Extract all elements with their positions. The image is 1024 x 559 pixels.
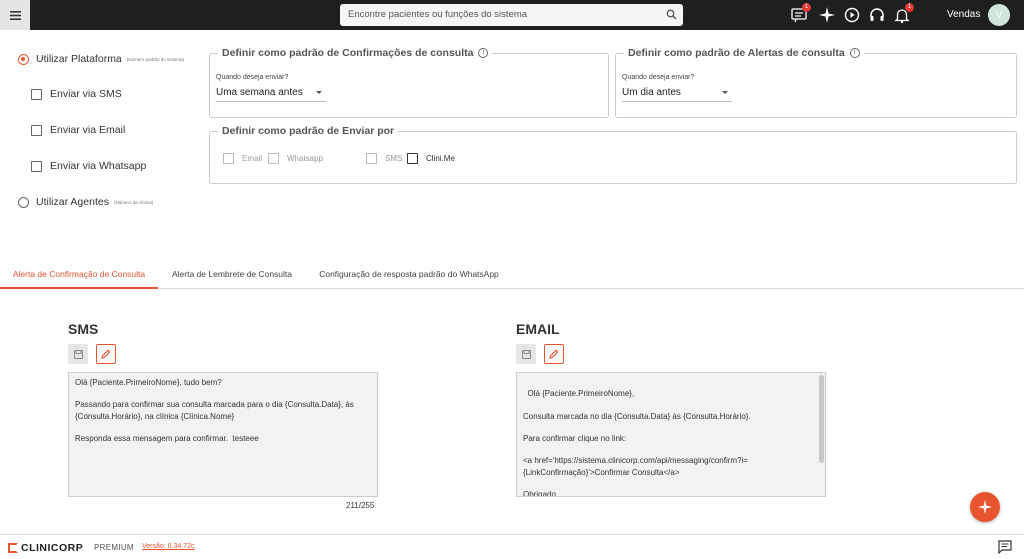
chat-icon[interactable] bbox=[998, 540, 1012, 554]
save-icon bbox=[73, 349, 83, 359]
sms-save-button[interactable] bbox=[68, 344, 88, 364]
sparkle-icon bbox=[977, 499, 993, 515]
info-icon[interactable]: i bbox=[478, 48, 489, 58]
tasks-button[interactable]: 1 bbox=[790, 3, 811, 24]
footer: CLINICORP PREMIUM Versão: 0.34.72c bbox=[0, 534, 1024, 559]
tab-alerta-confirmacao[interactable]: Alerta de Confirmação de Consulta bbox=[0, 261, 158, 289]
confirmacoes-field-label: Quando deseja enviar? bbox=[216, 74, 289, 81]
checkbox-enviar-sms[interactable]: Enviar via SMS bbox=[31, 88, 122, 100]
checkbox-icon bbox=[223, 153, 234, 164]
tab-bar: Alerta de Confirmação de Consulta Alerta… bbox=[0, 261, 1024, 289]
info-icon[interactable]: i bbox=[849, 48, 860, 58]
plan-label: PREMIUM bbox=[94, 543, 134, 552]
tasks-badge: 1 bbox=[802, 3, 811, 12]
sparkle-button[interactable] bbox=[818, 6, 836, 24]
play-button[interactable] bbox=[843, 6, 861, 24]
headset-icon bbox=[870, 8, 884, 21]
tab-resposta-whatsapp[interactable]: Configuração de resposta padrão do Whats… bbox=[306, 261, 512, 289]
radio-unselected-icon bbox=[18, 196, 29, 208]
version-link[interactable]: Versão: 0.34.72c bbox=[142, 543, 195, 550]
tab-alerta-lembrete[interactable]: Alerta de Lembrete de Consulta bbox=[158, 261, 306, 289]
enviar-por-email[interactable]: Email bbox=[223, 153, 262, 164]
alertas-select[interactable]: Um dia antes bbox=[622, 87, 732, 102]
sms-char-counter: 211/255 bbox=[346, 501, 375, 510]
search-placeholder: Encontre pacientes ou funções do sistema bbox=[348, 9, 528, 20]
menu-icon bbox=[9, 10, 21, 20]
scrollbar[interactable] bbox=[819, 375, 824, 463]
sms-message-textarea[interactable]: Olá {Paciente.PrimeiroNome}, tudo bem? P… bbox=[68, 372, 378, 497]
option-plataforma-label: Utilizar Plataforma bbox=[36, 53, 122, 65]
sparkle-icon bbox=[819, 7, 835, 23]
checkbox-sms-label: Enviar via SMS bbox=[50, 88, 122, 100]
enviar-por-sms-label: SMS bbox=[385, 154, 403, 163]
pencil-icon bbox=[549, 349, 559, 359]
email-title: EMAIL bbox=[516, 321, 560, 337]
enviar-por-email-label: Email bbox=[242, 154, 263, 163]
option-agentes-note: (Número da clínica) bbox=[113, 199, 154, 205]
brand-name: CLINICORP bbox=[21, 542, 84, 554]
pencil-icon bbox=[101, 349, 111, 359]
play-circle-icon bbox=[844, 7, 860, 23]
option-plataforma-note: (Número padrão do sistema) bbox=[126, 56, 185, 62]
user-name[interactable]: Vendas bbox=[947, 9, 980, 20]
sms-edit-button[interactable] bbox=[96, 344, 116, 364]
enviar-por-clinime[interactable]: Clini.Me bbox=[407, 153, 455, 164]
confirmacoes-title: Definir como padrão de Confirmações de c… bbox=[218, 47, 493, 59]
enviar-por-clinime-label: Clini.Me bbox=[426, 154, 455, 163]
search-input[interactable]: Encontre pacientes ou funções do sistema bbox=[340, 4, 683, 26]
enviar-por-whatsapp-label: Whatsapp bbox=[287, 154, 324, 163]
checkbox-whatsapp-label: Enviar via Whatsapp bbox=[50, 160, 147, 172]
confirmacoes-select-value: Uma semana antes bbox=[216, 87, 303, 98]
option-utilizar-plataforma[interactable]: Utilizar Plataforma (Número padrão do si… bbox=[18, 53, 184, 65]
checkbox-icon bbox=[407, 153, 418, 164]
sms-title: SMS bbox=[68, 321, 99, 337]
email-edit-button[interactable] bbox=[544, 344, 564, 364]
avatar[interactable]: V bbox=[988, 4, 1010, 26]
confirmacoes-title-text: Definir como padrão de Confirmações de c… bbox=[222, 47, 474, 59]
checkbox-icon bbox=[31, 88, 42, 100]
checkbox-enviar-whatsapp[interactable]: Enviar via Whatsapp bbox=[31, 160, 146, 172]
chevron-down-icon bbox=[316, 91, 322, 94]
sparkle-fab-button[interactable] bbox=[970, 492, 1000, 522]
top-bar: Encontre pacientes ou funções do sistema… bbox=[0, 0, 1024, 30]
email-message-textarea[interactable]: Olá {Paciente.PrimeiroNome}, Consulta ma… bbox=[516, 372, 826, 497]
enviar-por-sms[interactable]: SMS bbox=[366, 153, 402, 164]
chevron-down-icon bbox=[722, 91, 728, 94]
alertas-title: Definir como padrão de Alertas de consul… bbox=[624, 47, 864, 59]
search-icon[interactable] bbox=[666, 9, 677, 20]
alertas-field-label: Quando deseja enviar? bbox=[622, 74, 695, 81]
email-save-button[interactable] bbox=[516, 344, 536, 364]
checkbox-email-label: Enviar via Email bbox=[50, 124, 126, 136]
checkbox-icon bbox=[268, 153, 279, 164]
enviar-por-panel: Definir como padrão de Enviar por Email … bbox=[209, 125, 1017, 184]
option-utilizar-agentes[interactable]: Utilizar Agentes (Número da clínica) bbox=[18, 196, 153, 208]
clinicorp-logo: CLINICORP bbox=[8, 542, 83, 554]
email-message-text: Olá {Paciente.PrimeiroNome}, Consulta ma… bbox=[523, 389, 751, 497]
enviar-por-title-text: Definir como padrão de Enviar por bbox=[222, 125, 395, 137]
save-icon bbox=[521, 349, 531, 359]
checkbox-icon bbox=[31, 124, 42, 136]
checkbox-icon bbox=[366, 153, 377, 164]
alertas-select-value: Um dia antes bbox=[622, 87, 681, 98]
enviar-por-title: Definir como padrão de Enviar por bbox=[218, 125, 399, 137]
notifications-button[interactable]: 1 bbox=[893, 3, 914, 24]
confirmacoes-panel: Definir como padrão de Confirmações de c… bbox=[209, 47, 609, 118]
notifications-badge: 1 bbox=[905, 3, 914, 12]
option-agentes-label: Utilizar Agentes bbox=[36, 196, 109, 208]
clinicorp-logo-mark-icon bbox=[8, 543, 18, 553]
hamburger-menu-button[interactable] bbox=[0, 0, 30, 30]
radio-selected-icon bbox=[18, 53, 29, 65]
confirmacoes-select[interactable]: Uma semana antes bbox=[216, 87, 326, 102]
support-button[interactable] bbox=[868, 6, 886, 24]
alertas-title-text: Definir como padrão de Alertas de consul… bbox=[628, 47, 845, 59]
checkbox-enviar-email[interactable]: Enviar via Email bbox=[31, 124, 125, 136]
checkbox-icon bbox=[31, 160, 42, 172]
enviar-por-whatsapp[interactable]: Whatsapp bbox=[268, 153, 323, 164]
alertas-panel: Definir como padrão de Alertas de consul… bbox=[615, 47, 1017, 118]
